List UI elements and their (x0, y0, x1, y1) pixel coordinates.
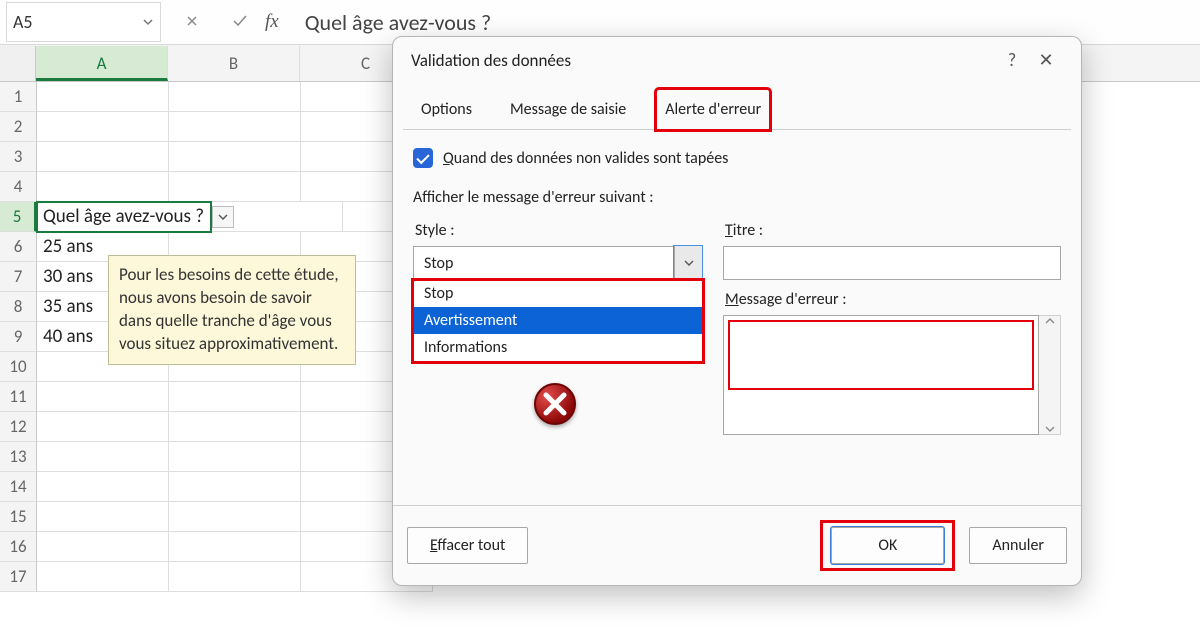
style-value: Stop (414, 254, 674, 273)
cell[interactable] (37, 412, 169, 442)
style-select[interactable]: Stop (413, 246, 703, 280)
chevron-up-icon (1045, 316, 1055, 326)
cancel-edit-icon[interactable] (175, 10, 209, 34)
cancel-button[interactable]: Annuler (969, 527, 1067, 564)
name-box-value: A5 (13, 11, 142, 33)
cell[interactable] (169, 442, 301, 472)
row-header[interactable]: 12 (0, 412, 37, 442)
row-header[interactable]: 7 (0, 262, 37, 292)
cell[interactable] (169, 82, 301, 112)
highlight-box (728, 320, 1034, 390)
row-header[interactable]: 5 (0, 202, 37, 232)
cell[interactable] (37, 442, 169, 472)
chevron-down-icon (684, 258, 694, 268)
select-all-corner[interactable] (0, 46, 36, 81)
show-error-checkbox-row: Quand des données non valides sont tapée… (403, 130, 1071, 174)
title-input[interactable] (723, 246, 1061, 280)
chevron-down-icon (1045, 424, 1055, 434)
confirm-edit-icon[interactable] (223, 10, 257, 34)
dialog-title: Validation des données (411, 50, 995, 71)
tab-options[interactable]: Options (413, 90, 480, 129)
cell[interactable] (169, 172, 301, 202)
ok-button[interactable]: OK (831, 527, 944, 564)
show-error-label: Quand des données non valides sont tapée… (443, 149, 728, 168)
cell[interactable] (169, 562, 301, 592)
row-header[interactable]: 1 (0, 82, 37, 112)
show-error-checkbox[interactable] (413, 148, 433, 168)
style-option-warning[interactable]: Avertissement (414, 307, 702, 334)
data-validation-dialog: Validation des données ? ✕ Options Messa… (392, 36, 1082, 586)
tab-error-alert[interactable]: Alerte d'erreur (656, 89, 770, 130)
message-label: Message d'erreur : (725, 290, 1061, 309)
highlight-box: OK (820, 520, 955, 571)
cell[interactable] (169, 142, 301, 172)
cell[interactable] (37, 112, 169, 142)
cell[interactable] (37, 82, 169, 112)
cell[interactable] (37, 562, 169, 592)
style-dropdown-button[interactable] (674, 246, 702, 280)
cell-A5[interactable]: Quel âge avez-vous ? (37, 202, 211, 232)
dialog-footer: Effacer tout OK Annuler (393, 505, 1081, 585)
tab-input-message[interactable]: Message de saisie (502, 90, 634, 129)
section-label: Afficher le message d'erreur suivant : (403, 174, 1071, 211)
error-message-textarea[interactable] (723, 315, 1039, 435)
style-options-list: Stop Avertissement Informations (413, 280, 703, 362)
row-header[interactable]: 6 (0, 232, 37, 262)
row-header[interactable]: 14 (0, 472, 37, 502)
cell[interactable] (37, 172, 169, 202)
cell[interactable] (169, 382, 301, 412)
cell[interactable] (169, 412, 301, 442)
cell[interactable] (169, 532, 301, 562)
dialog-titlebar[interactable]: Validation des données ? ✕ (393, 37, 1081, 79)
row-header[interactable]: 8 (0, 292, 37, 322)
fx-icon[interactable]: fx (265, 11, 279, 33)
cell[interactable] (169, 502, 301, 532)
dialog-tabs: Options Message de saisie Alerte d'erreu… (403, 79, 1071, 130)
textarea-scrollbar[interactable] (1039, 315, 1061, 435)
cell[interactable] (37, 142, 169, 172)
cell[interactable] (169, 112, 301, 142)
clear-all-button[interactable]: Effacer tout (407, 527, 528, 564)
cell-value: Quel âge avez-vous ? (43, 205, 204, 228)
cell[interactable] (37, 532, 169, 562)
style-option-stop[interactable]: Stop (414, 280, 702, 307)
cell[interactable] (37, 502, 169, 532)
row-header[interactable]: 11 (0, 382, 37, 412)
row-header[interactable]: 15 (0, 502, 37, 532)
help-button[interactable]: ? (995, 49, 1029, 71)
close-button[interactable]: ✕ (1029, 49, 1063, 71)
dropdown-handle[interactable] (212, 206, 234, 228)
row-header[interactable]: 9 (0, 322, 37, 352)
title-label: Titre : (725, 221, 1061, 240)
row-header[interactable]: 3 (0, 142, 37, 172)
formula-bar-text[interactable]: Quel âge avez-vous ? (305, 9, 491, 36)
cell[interactable] (37, 382, 169, 412)
name-box[interactable]: A5 (6, 2, 161, 42)
row-header[interactable]: 13 (0, 442, 37, 472)
chevron-down-icon (142, 16, 154, 28)
input-message-tooltip: Pour les besoins de cette étude, nous av… (108, 255, 356, 365)
row-header[interactable]: 4 (0, 172, 37, 202)
chevron-down-icon (218, 212, 228, 222)
col-header-B[interactable]: B (168, 46, 300, 81)
row-header[interactable]: 16 (0, 532, 37, 562)
style-label: Style : (415, 221, 703, 240)
cell[interactable] (169, 472, 301, 502)
row-header[interactable]: 17 (0, 562, 37, 592)
error-style-icon (531, 380, 703, 433)
row-header[interactable]: 2 (0, 112, 37, 142)
cell[interactable] (37, 472, 169, 502)
row-header[interactable]: 10 (0, 352, 37, 382)
col-header-A[interactable]: A (36, 46, 168, 81)
style-option-info[interactable]: Informations (414, 334, 702, 361)
